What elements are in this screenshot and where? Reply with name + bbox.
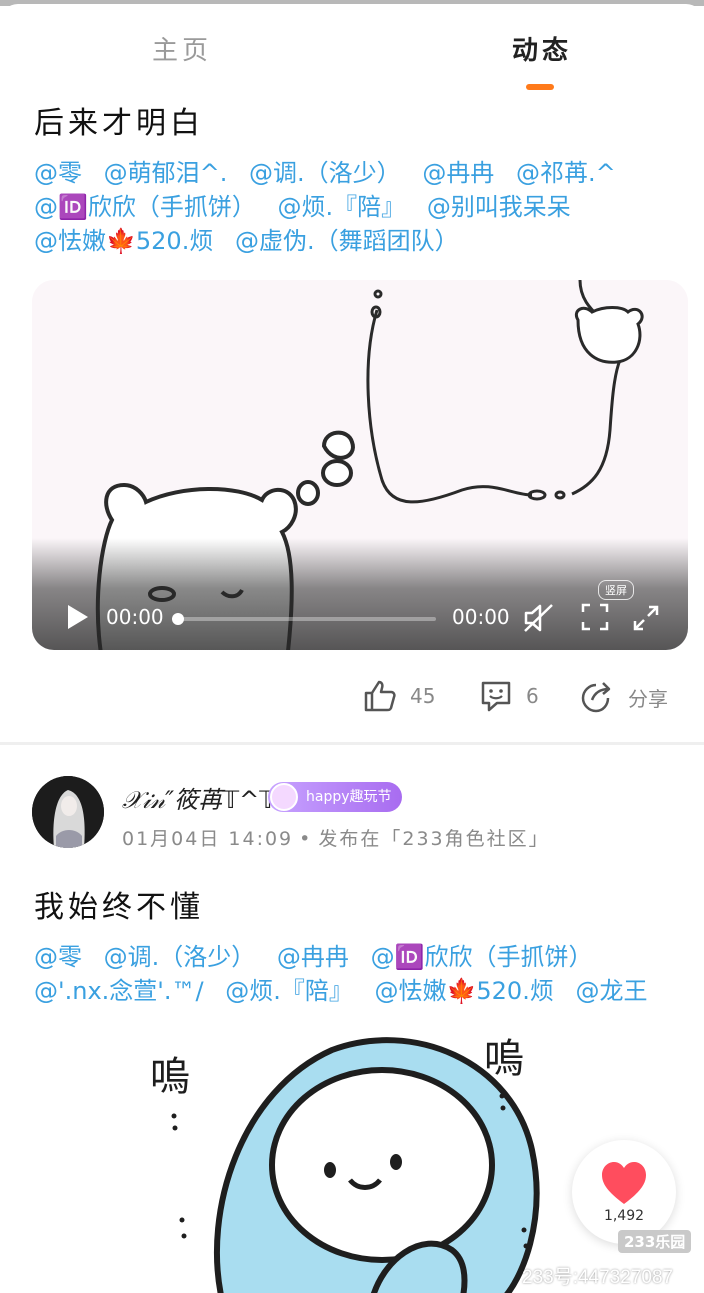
like-count: 45 <box>410 684 436 708</box>
tab-dynamics[interactable]: 动态 <box>512 30 572 67</box>
heart-icon <box>602 1162 646 1204</box>
mention-link[interactable]: @烦.『陪』 <box>278 190 406 224</box>
mention-link[interactable]: @冉冉 <box>422 156 494 190</box>
mention-link[interactable]: @🆔欣欣（手抓饼） <box>34 190 256 224</box>
comment-button[interactable]: 6 <box>478 678 539 714</box>
mention-link[interactable]: @调.（洛少） <box>249 156 401 190</box>
mention-link[interactable]: @零 <box>34 940 82 974</box>
fit-screen-icon[interactable] <box>580 602 610 632</box>
fullscreen-icon[interactable] <box>632 604 660 632</box>
mention-link[interactable]: @零 <box>34 156 82 190</box>
mention-link[interactable]: @怯嫩🍁520.烦 <box>34 224 213 258</box>
mention-link[interactable]: @冉冉 <box>277 940 349 974</box>
post-community[interactable]: 发布在「233角色社区」 <box>318 828 549 850</box>
progress-track[interactable] <box>174 617 436 621</box>
post-title: 后来才明白 <box>34 106 204 141</box>
badge-character-icon <box>270 783 298 811</box>
tab-bar: 主页 动态 <box>0 4 704 96</box>
mention-link[interactable]: @祁苒.^ <box>516 156 616 190</box>
mention-link[interactable]: @怯嫩🍁520.烦 <box>375 974 554 1008</box>
comment-icon <box>481 681 511 712</box>
play-icon[interactable] <box>62 602 92 632</box>
video-player[interactable]: 00:00 00:00 竖屏 <box>32 280 688 650</box>
post-meta: 01月04日 14:09 • 发布在「233角色社区」 <box>122 824 550 851</box>
vertical-screen-tag[interactable]: 竖屏 <box>598 580 634 600</box>
mention-link[interactable]: @龙王 <box>575 974 647 1008</box>
video-controls-shade <box>32 538 688 650</box>
post-divider <box>0 742 704 745</box>
tab-home[interactable]: 主页 <box>152 30 212 67</box>
comment-count: 6 <box>526 684 539 708</box>
mention-link[interactable]: @🆔欣欣（手抓饼） <box>371 940 593 974</box>
sticker-text-left: 嗚 <box>150 1054 190 1100</box>
mute-icon[interactable] <box>522 602 556 634</box>
floating-like-button[interactable]: 1,492 <box>572 1140 676 1244</box>
badge-label: happy趣玩节 <box>306 789 392 805</box>
mention-list: @零 @萌郁泪^. @调.（洛少） @冉冉 @祁苒.^ @🆔欣欣（手抓饼） @烦… <box>34 156 684 258</box>
mention-link[interactable]: @烦.『陪』 <box>225 974 353 1008</box>
watermark-logo: 233乐园 <box>618 1230 692 1253</box>
event-badge[interactable]: happy趣玩节 <box>268 782 402 812</box>
post-title: 我始终不懂 <box>34 890 204 925</box>
mention-list: @零 @调.（洛少） @冉冉 @🆔欣欣（手抓饼） @'.nx.念萱'.™/ @烦… <box>34 940 684 1008</box>
progress-knob[interactable] <box>172 613 184 625</box>
post-actions: 45 6 分享 <box>0 674 704 730</box>
total-time: 00:00 <box>452 605 510 629</box>
floating-like-count: 1,492 <box>603 1208 645 1224</box>
active-tab-indicator <box>526 84 554 90</box>
post-time: 01月04日 14:09 <box>122 828 294 850</box>
mention-link[interactable]: @萌郁泪^. <box>104 156 228 190</box>
mention-link[interactable]: @调.（洛少） <box>104 940 256 974</box>
share-button[interactable]: 分享 <box>578 678 668 716</box>
page: 主页 动态 后来才明白 @零 @萌郁泪^. @调.（洛少） @冉冉 @祁苒.^ … <box>0 4 704 1293</box>
mention-link[interactable]: @别叫我呆呆 <box>427 190 571 224</box>
current-time: 00:00 <box>106 605 164 629</box>
watermark-text: 233号:447327087 <box>522 1267 674 1288</box>
sticker-text-right: 嗚 <box>484 1036 524 1082</box>
mention-link[interactable]: @虚伪.（舞蹈团队） <box>235 224 459 258</box>
username[interactable]: 𝒳𝒾𝓃″筱苒𝕋^𝕋 <box>122 780 276 815</box>
avatar-image <box>32 776 104 848</box>
mention-link[interactable]: @'.nx.念萱'.™/ <box>34 974 204 1008</box>
meta-separator: • <box>299 828 313 850</box>
thumbs-up-icon <box>364 680 396 712</box>
share-label: 分享 <box>628 686 668 711</box>
share-icon <box>581 682 611 713</box>
like-button[interactable]: 45 <box>362 678 435 714</box>
avatar[interactable] <box>32 776 104 848</box>
